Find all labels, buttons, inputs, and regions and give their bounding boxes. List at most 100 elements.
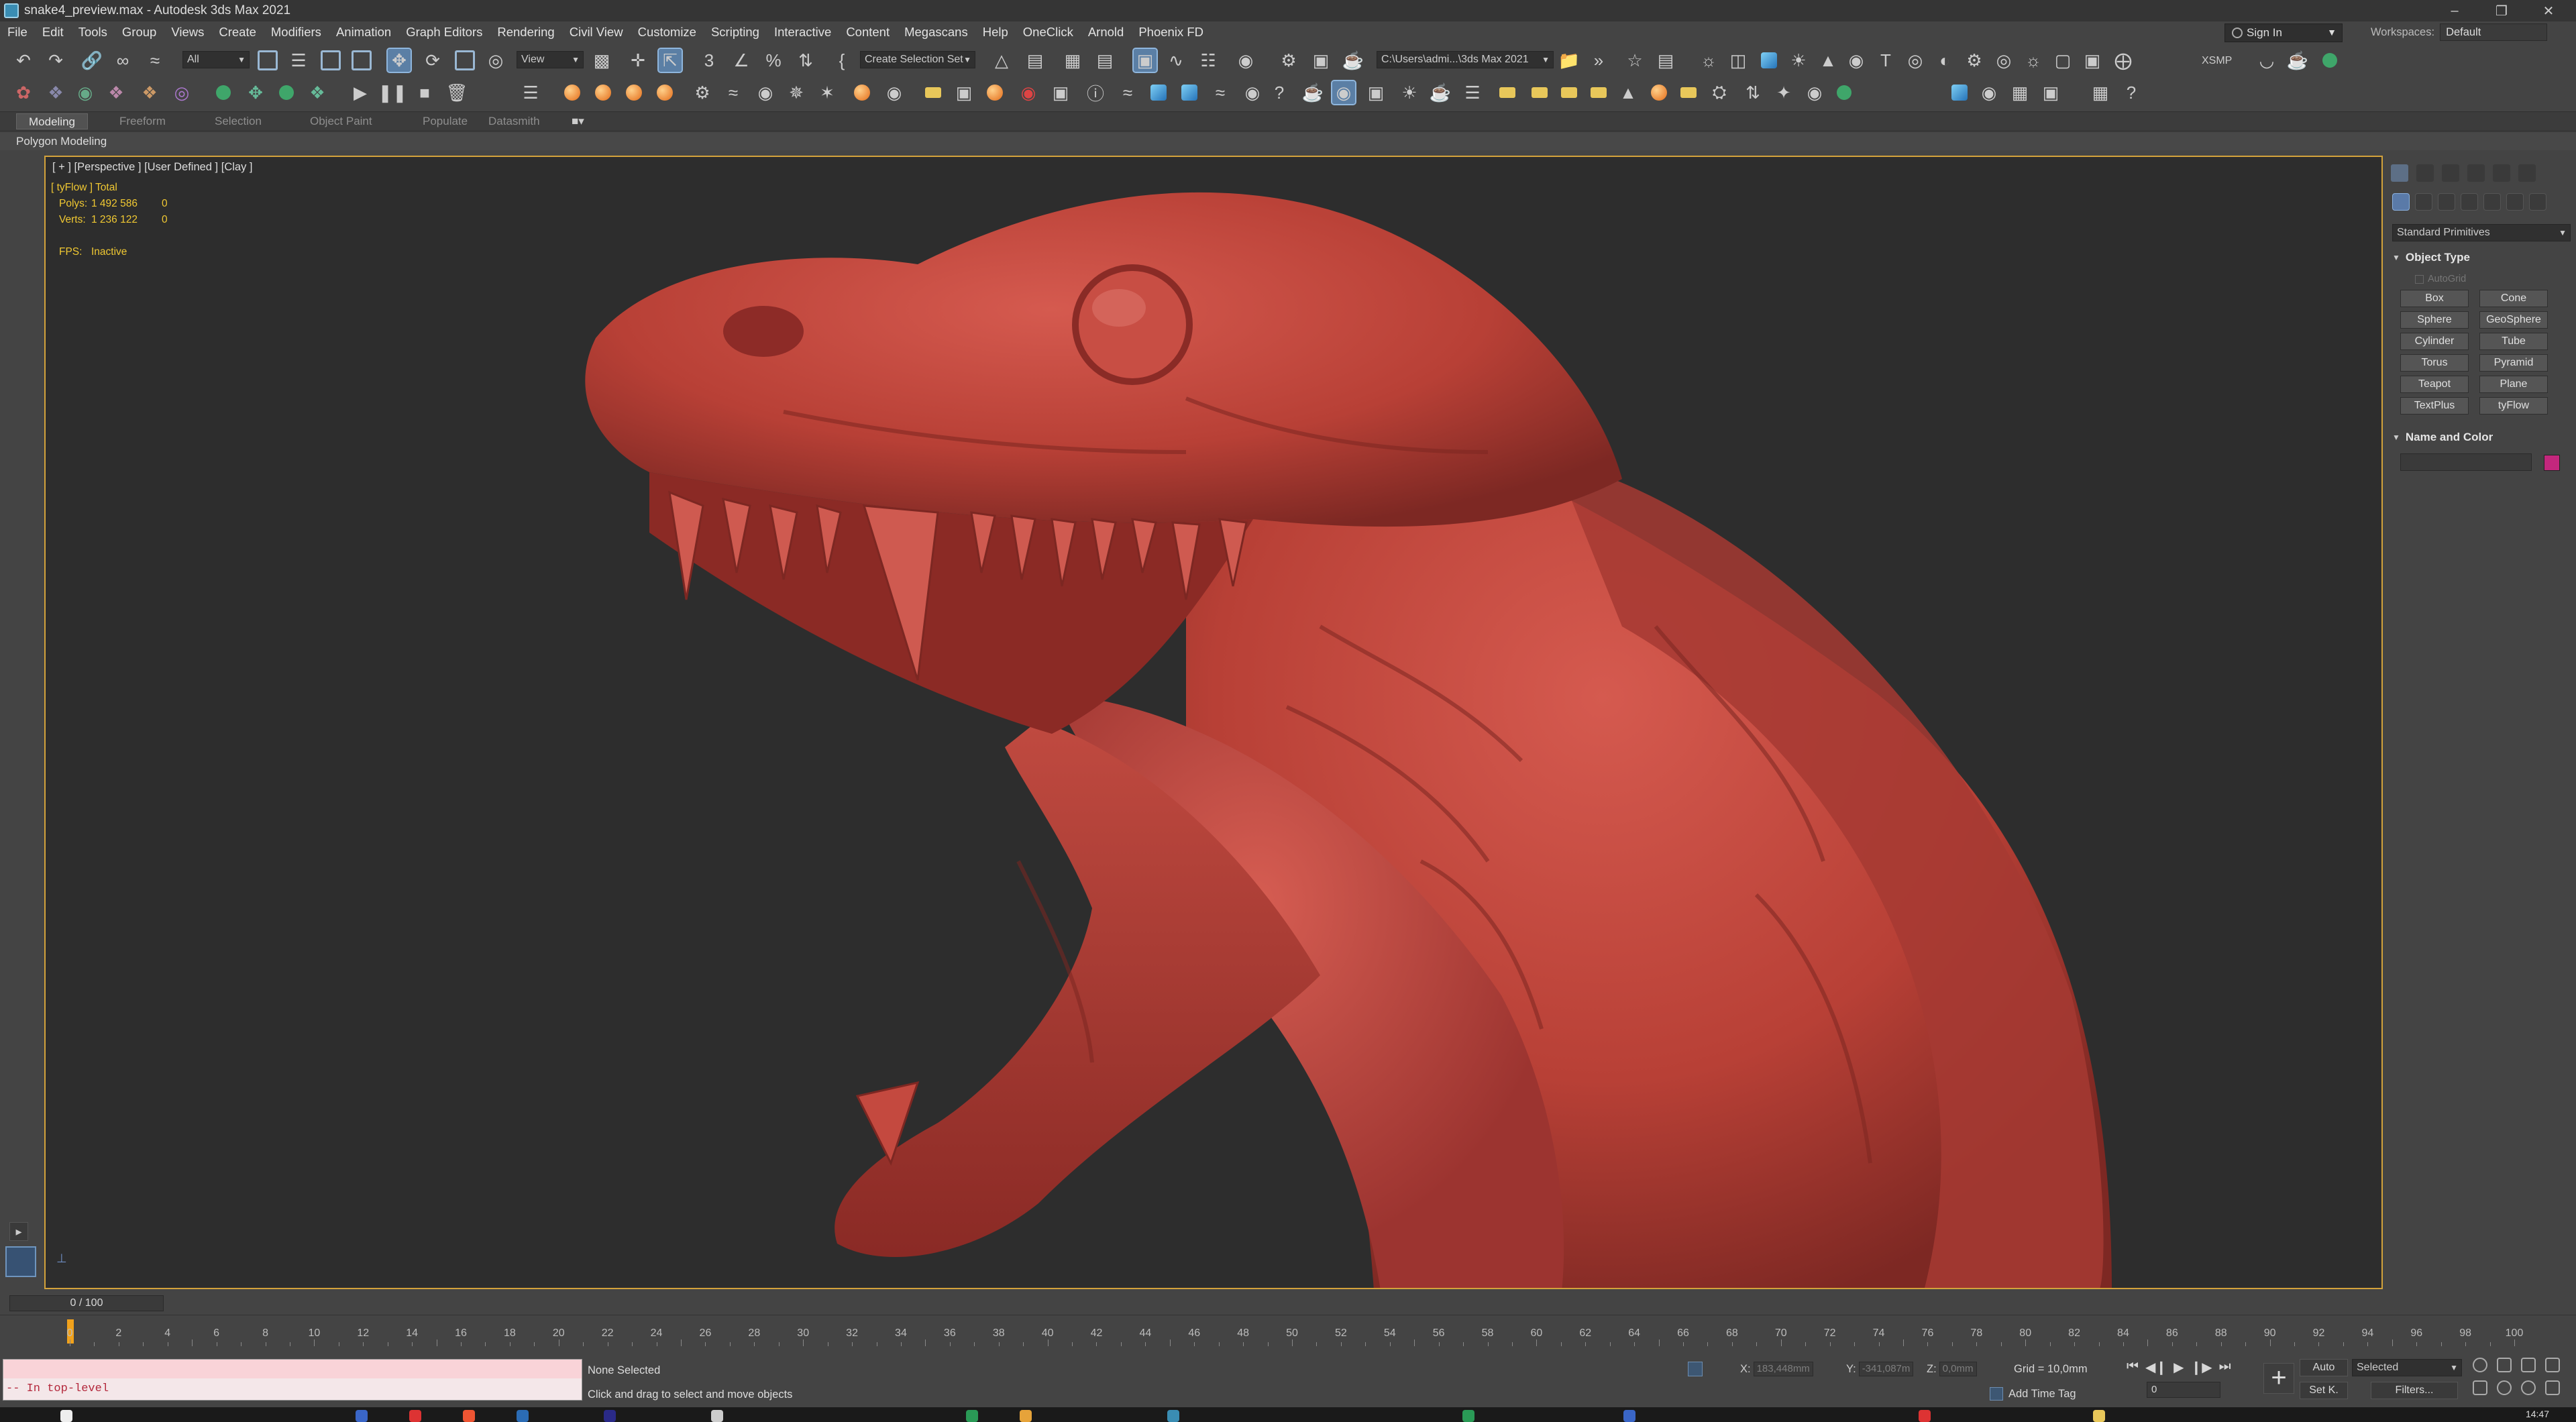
pan-view-icon[interactable] bbox=[2497, 1380, 2512, 1395]
workspace-dropdown[interactable]: Default bbox=[2440, 23, 2548, 41]
vray-sky-icon[interactable]: ✦ bbox=[1772, 81, 1795, 104]
project-folder-dropdown[interactable]: C:\Users\admi...\3ds Max 2021 ▼ bbox=[1377, 51, 1554, 68]
scale-tool-icon[interactable] bbox=[275, 81, 298, 104]
undo-icon[interactable]: ↶ bbox=[12, 49, 35, 72]
smooth-icon[interactable]: ◡ bbox=[2255, 49, 2278, 72]
select-scale-icon[interactable] bbox=[453, 49, 476, 72]
display-tab-icon[interactable] bbox=[2493, 164, 2510, 182]
lights-category-icon[interactable] bbox=[2438, 193, 2455, 211]
cameras-category-icon[interactable] bbox=[2461, 193, 2478, 211]
vray-dome-icon[interactable] bbox=[1528, 81, 1551, 104]
x-coordinate[interactable]: X: 183,448mm bbox=[1740, 1362, 1813, 1376]
liquid-sim-icon[interactable]: ◉ bbox=[1241, 81, 1264, 104]
tab-selection[interactable]: Selection bbox=[215, 115, 262, 128]
vray-mesh-icon[interactable] bbox=[1587, 81, 1610, 104]
render-view-icon[interactable]: ▣ bbox=[2081, 49, 2104, 72]
phoenix-wave-icon[interactable]: ≈ bbox=[722, 81, 745, 104]
bind-space-warp-icon[interactable]: ≈ bbox=[144, 49, 166, 72]
taskbar-app-icon[interactable] bbox=[604, 1410, 616, 1422]
time-slider[interactable]: 0 / 100 bbox=[0, 1293, 2576, 1313]
select-by-name-icon[interactable]: ☰ bbox=[287, 49, 310, 72]
geometry-icon[interactable]: ❖ bbox=[138, 81, 161, 104]
named-selection-dropdown[interactable]: Create Selection Set ▼ bbox=[860, 51, 975, 68]
arnold-icon[interactable]: ☆ bbox=[1623, 49, 1646, 72]
phoenix-cube-icon[interactable]: ▣ bbox=[953, 81, 975, 104]
add-view-icon[interactable]: ⨁ bbox=[2112, 49, 2135, 72]
space-warp-icon[interactable]: ◎ bbox=[170, 81, 193, 104]
teapot-render-icon[interactable]: ☕ bbox=[1301, 81, 1324, 104]
expand-layouts-icon[interactable]: ▸ bbox=[9, 1222, 28, 1241]
minimize-icon[interactable]: – bbox=[2431, 0, 2478, 21]
menu-create[interactable]: Create bbox=[211, 25, 264, 40]
rect-selection-icon[interactable] bbox=[319, 49, 342, 72]
viewport-label[interactable]: [ + ] [Perspective ] [User Defined ] [Cl… bbox=[52, 161, 253, 174]
tab-populate[interactable]: Populate bbox=[423, 115, 468, 128]
next-frame-icon[interactable]: ❙▶ bbox=[2191, 1359, 2212, 1376]
render-region-icon[interactable]: ▢ bbox=[2051, 49, 2074, 72]
key-filter-dropdown[interactable]: Selected ▼ bbox=[2352, 1359, 2462, 1376]
phoenix-force-icon[interactable]: ✵ bbox=[785, 81, 808, 104]
shapes-category-icon[interactable] bbox=[2415, 193, 2432, 211]
plane-button[interactable]: Plane bbox=[2479, 376, 2548, 393]
menu-oneclick[interactable]: OneClick bbox=[1016, 25, 1081, 40]
pyramid-button[interactable]: Pyramid bbox=[2479, 354, 2548, 372]
menu-scripting[interactable]: Scripting bbox=[704, 25, 767, 40]
fire-icon[interactable] bbox=[561, 81, 584, 104]
tab-modeling[interactable]: Modeling bbox=[16, 113, 88, 129]
transform-icon[interactable]: ✥ bbox=[244, 81, 267, 104]
cone-button[interactable]: Cone bbox=[2479, 290, 2548, 307]
select-manipulate-icon[interactable]: ✛ bbox=[627, 49, 649, 72]
tab-datasmith[interactable]: Datasmith bbox=[488, 115, 540, 128]
globe-icon[interactable]: ◎ bbox=[1992, 49, 2015, 72]
angle-snap-icon[interactable]: ∠ bbox=[730, 49, 753, 72]
taskbar-app-icon[interactable] bbox=[517, 1410, 529, 1422]
explosion-icon[interactable] bbox=[653, 81, 676, 104]
fire-source-icon[interactable] bbox=[592, 81, 614, 104]
vray-settings-icon[interactable]: ▣ bbox=[1364, 81, 1387, 104]
toggle-layer-explorer-icon[interactable]: ▤ bbox=[1093, 49, 1116, 72]
keyboard-shortcut-override-icon[interactable]: ⇱ bbox=[657, 48, 683, 73]
skydome-icon[interactable] bbox=[1758, 49, 1780, 72]
snaps-toggle-icon[interactable]: 3 bbox=[698, 49, 720, 72]
taskbar-app-icon[interactable] bbox=[356, 1410, 368, 1422]
menu-help[interactable]: Help bbox=[975, 25, 1016, 40]
menu-animation[interactable]: Animation bbox=[329, 25, 398, 40]
teacup-icon[interactable]: ☕ bbox=[2286, 49, 2309, 72]
textplus-button[interactable]: TextPlus bbox=[2400, 397, 2469, 415]
shape-icon[interactable]: ❖ bbox=[105, 81, 127, 104]
rendered-frame-window-icon[interactable]: ▣ bbox=[1309, 49, 1332, 72]
arnold-log-icon[interactable]: ▤ bbox=[1654, 49, 1677, 72]
create-tab-icon[interactable] bbox=[2391, 164, 2408, 182]
tyflow-button[interactable]: tyFlow bbox=[2479, 397, 2548, 415]
restore-icon[interactable]: ❐ bbox=[2478, 0, 2525, 21]
auto-key-button[interactable]: Auto bbox=[2300, 1359, 2348, 1376]
current-frame-field[interactable]: 0 bbox=[2147, 1382, 2220, 1398]
zoom-icon[interactable] bbox=[2473, 1358, 2487, 1372]
menu-arnold[interactable]: Arnold bbox=[1081, 25, 1131, 40]
edit-named-selection-icon[interactable]: { bbox=[830, 49, 853, 72]
taskbar-app-icon[interactable] bbox=[2093, 1410, 2105, 1422]
menu-rendering[interactable]: Rendering bbox=[490, 25, 561, 40]
object-type-rollout[interactable]: ▼ Object Type bbox=[2392, 250, 2571, 266]
pause-icon[interactable]: ❚❚ bbox=[378, 81, 407, 104]
select-place-icon[interactable]: ◎ bbox=[484, 49, 507, 72]
y-coordinate[interactable]: Y: -341,087m bbox=[1846, 1362, 1914, 1376]
object-name-field[interactable] bbox=[2400, 453, 2532, 471]
taskbar-app-icon[interactable] bbox=[1919, 1410, 1931, 1422]
key-filters-button[interactable]: Filters... bbox=[2371, 1382, 2458, 1399]
taskbar-app-icon[interactable] bbox=[463, 1410, 475, 1422]
snap-tool-icon[interactable]: ❖ bbox=[306, 81, 329, 104]
vray-ambient-icon[interactable] bbox=[1677, 81, 1700, 104]
tube-button[interactable]: Tube bbox=[2479, 333, 2548, 350]
light-icon[interactable]: ☼ bbox=[1697, 49, 1720, 72]
list-icon[interactable]: ☰ bbox=[519, 81, 542, 104]
viewport-layout-thumbnail[interactable] bbox=[5, 1246, 36, 1277]
lamp-icon[interactable]: ☼ bbox=[2022, 49, 2045, 72]
play-animation-icon[interactable]: ▶ bbox=[2174, 1359, 2184, 1376]
tab-freeform[interactable]: Freeform bbox=[119, 115, 166, 128]
phoenix-mesh-icon[interactable] bbox=[922, 81, 945, 104]
phoenix-source-icon[interactable]: ◉ bbox=[754, 81, 777, 104]
phoenix-gear-icon[interactable]: ⚙ bbox=[691, 81, 714, 104]
help-icon[interactable]: ? bbox=[1268, 81, 1291, 104]
track-bar[interactable]: 0 2 4 6 8 10 12 14 16 18 20 22 24 26 28 30 32 34 36 38 40 42 4… bbox=[0, 1315, 2576, 1347]
